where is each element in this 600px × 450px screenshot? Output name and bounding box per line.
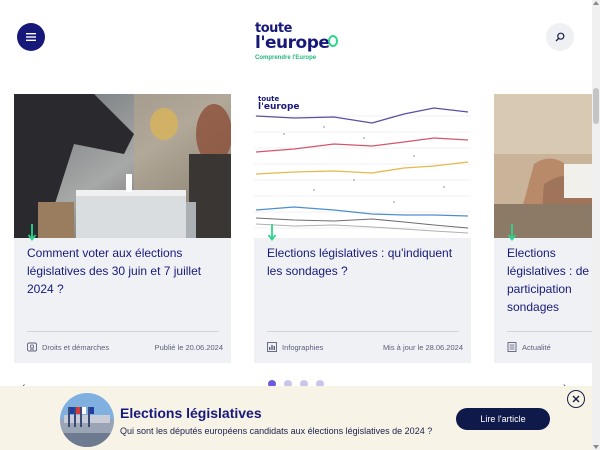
image-logo-line2: l'europe [258,102,300,112]
card-category[interactable]: Actualité [522,343,551,352]
article-card[interactable]: toute l'europe Elections législatives : … [254,94,471,363]
close-icon [572,395,580,403]
card-date: Publié le 20.06.2024 [154,343,223,352]
arrow-down-icon [267,224,277,241]
polling-chart-graphic: toute l'europe [254,94,471,238]
eu-ring-icon [328,35,338,47]
divider [27,331,219,332]
banner-title[interactable]: Elections législatives [120,405,262,421]
card-title[interactable]: Comment voter aux élections législatives… [27,244,223,298]
european-parliament-photo [60,393,114,447]
ballot-box-photo [14,94,231,238]
site-logo[interactable]: toute l'europe Comprendre l'Europe [255,22,345,64]
scroll-up-arrow-icon[interactable] [593,1,599,5]
close-button[interactable] [567,390,585,408]
search-icon [555,32,565,42]
card-meta: Infographies Mis à jour le 28.06.2024 [267,342,463,354]
read-article-button[interactable]: Lire l'article [456,408,550,430]
card-title[interactable]: Elections législatives : qu'indiquent le… [267,244,463,280]
arrow-down-icon [507,224,517,241]
promo-banner: Elections législatives Qui sont les dépu… [0,386,592,450]
hands-voting-photo [494,94,600,238]
card-date: Mis à jour le 28.06.2024 [382,343,463,352]
divider [267,331,459,332]
article-card[interactable]: Comment voter aux élections législatives… [14,94,231,363]
scrollbar-thumb[interactable] [593,88,599,124]
banner-subtitle: Qui sont les députés européens candidats… [120,426,433,436]
scrollbar[interactable] [592,0,600,450]
newspaper-icon [507,342,517,352]
card-category[interactable]: Droits et démarches [42,343,109,352]
card-meta: Actualité [507,342,600,354]
card-title[interactable]: Elections législatives : de participatio… [507,244,600,316]
id-card-icon [27,342,37,352]
logo-tagline: Comprendre l'Europe [255,55,317,61]
page: toute l'europe Comprendre l'Europe Comme… [0,0,600,450]
arrow-down-icon [27,224,37,241]
article-card[interactable]: Elections législatives : de participatio… [494,94,600,363]
scroll-down-arrow-icon[interactable] [593,445,599,449]
image-logo: toute l'europe [258,96,300,112]
search-button[interactable] [546,23,574,51]
card-meta: Droits et démarches Publié le 20.06.2024 [27,342,223,354]
card-category[interactable]: Infographies [282,343,323,352]
divider [507,331,600,332]
hamburger-icon [26,33,36,41]
chart-icon [267,342,277,352]
menu-button[interactable] [17,23,45,51]
